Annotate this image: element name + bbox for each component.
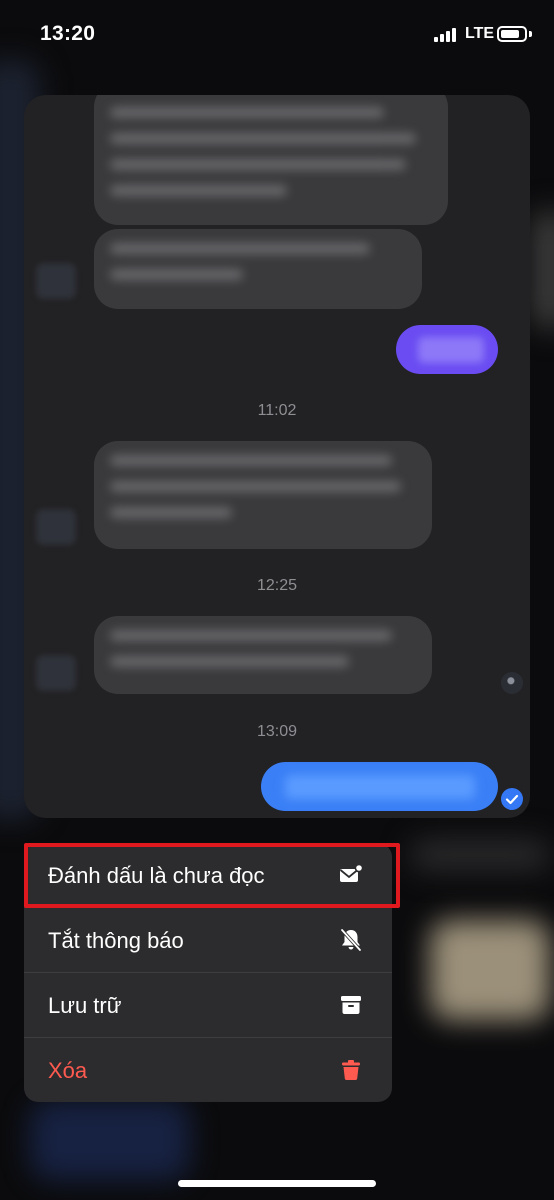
- home-indicator[interactable]: [178, 1180, 376, 1187]
- highlight-annotation-box: [24, 843, 400, 908]
- archive-box-icon: [338, 992, 364, 1018]
- background-thumbnail-blur: [430, 920, 550, 1020]
- sender-avatar: [36, 509, 76, 545]
- message-timestamp: 11:02: [257, 402, 297, 419]
- conversation-preview[interactable]: 11:02 12:25 13:09: [24, 95, 530, 818]
- background-bottom-blur: [30, 1100, 190, 1180]
- received-message-bubble: [94, 441, 432, 549]
- cellular-signal-icon: [434, 28, 460, 42]
- sender-avatar: [36, 263, 76, 299]
- received-message-bubble: [94, 616, 432, 694]
- delivered-check-icon: [501, 788, 523, 810]
- status-time: 13:20: [40, 22, 96, 45]
- menu-item-delete[interactable]: Xóa: [24, 1038, 392, 1102]
- status-bar: 13:20 LTE: [0, 0, 554, 70]
- battery-level: [501, 30, 519, 38]
- background-row-blur: [410, 840, 550, 870]
- sent-message-bubble: [396, 325, 498, 374]
- trash-icon: [338, 1057, 364, 1083]
- received-message-bubble: [94, 95, 448, 225]
- menu-item-mute-notifications[interactable]: Tắt thông báo: [24, 908, 392, 973]
- menu-item-archive[interactable]: Lưu trữ: [24, 973, 392, 1038]
- menu-item-label: Tắt thông báo: [48, 928, 184, 953]
- received-message-bubble: [94, 229, 422, 309]
- battery-tip: [529, 31, 532, 37]
- bell-slash-icon: [338, 927, 364, 953]
- message-timestamp: 13:09: [256, 723, 298, 740]
- menu-item-label: Lưu trữ: [48, 993, 122, 1018]
- sent-message-bubble: [261, 762, 498, 811]
- network-type: LTE: [465, 25, 495, 42]
- message-timestamp: 12:25: [256, 577, 298, 594]
- sender-avatar: [36, 655, 76, 691]
- menu-item-label: Xóa: [48, 1058, 88, 1083]
- seen-receipt-avatar: [501, 672, 523, 694]
- background-blur-right: [530, 210, 554, 330]
- battery-icon: [497, 26, 527, 42]
